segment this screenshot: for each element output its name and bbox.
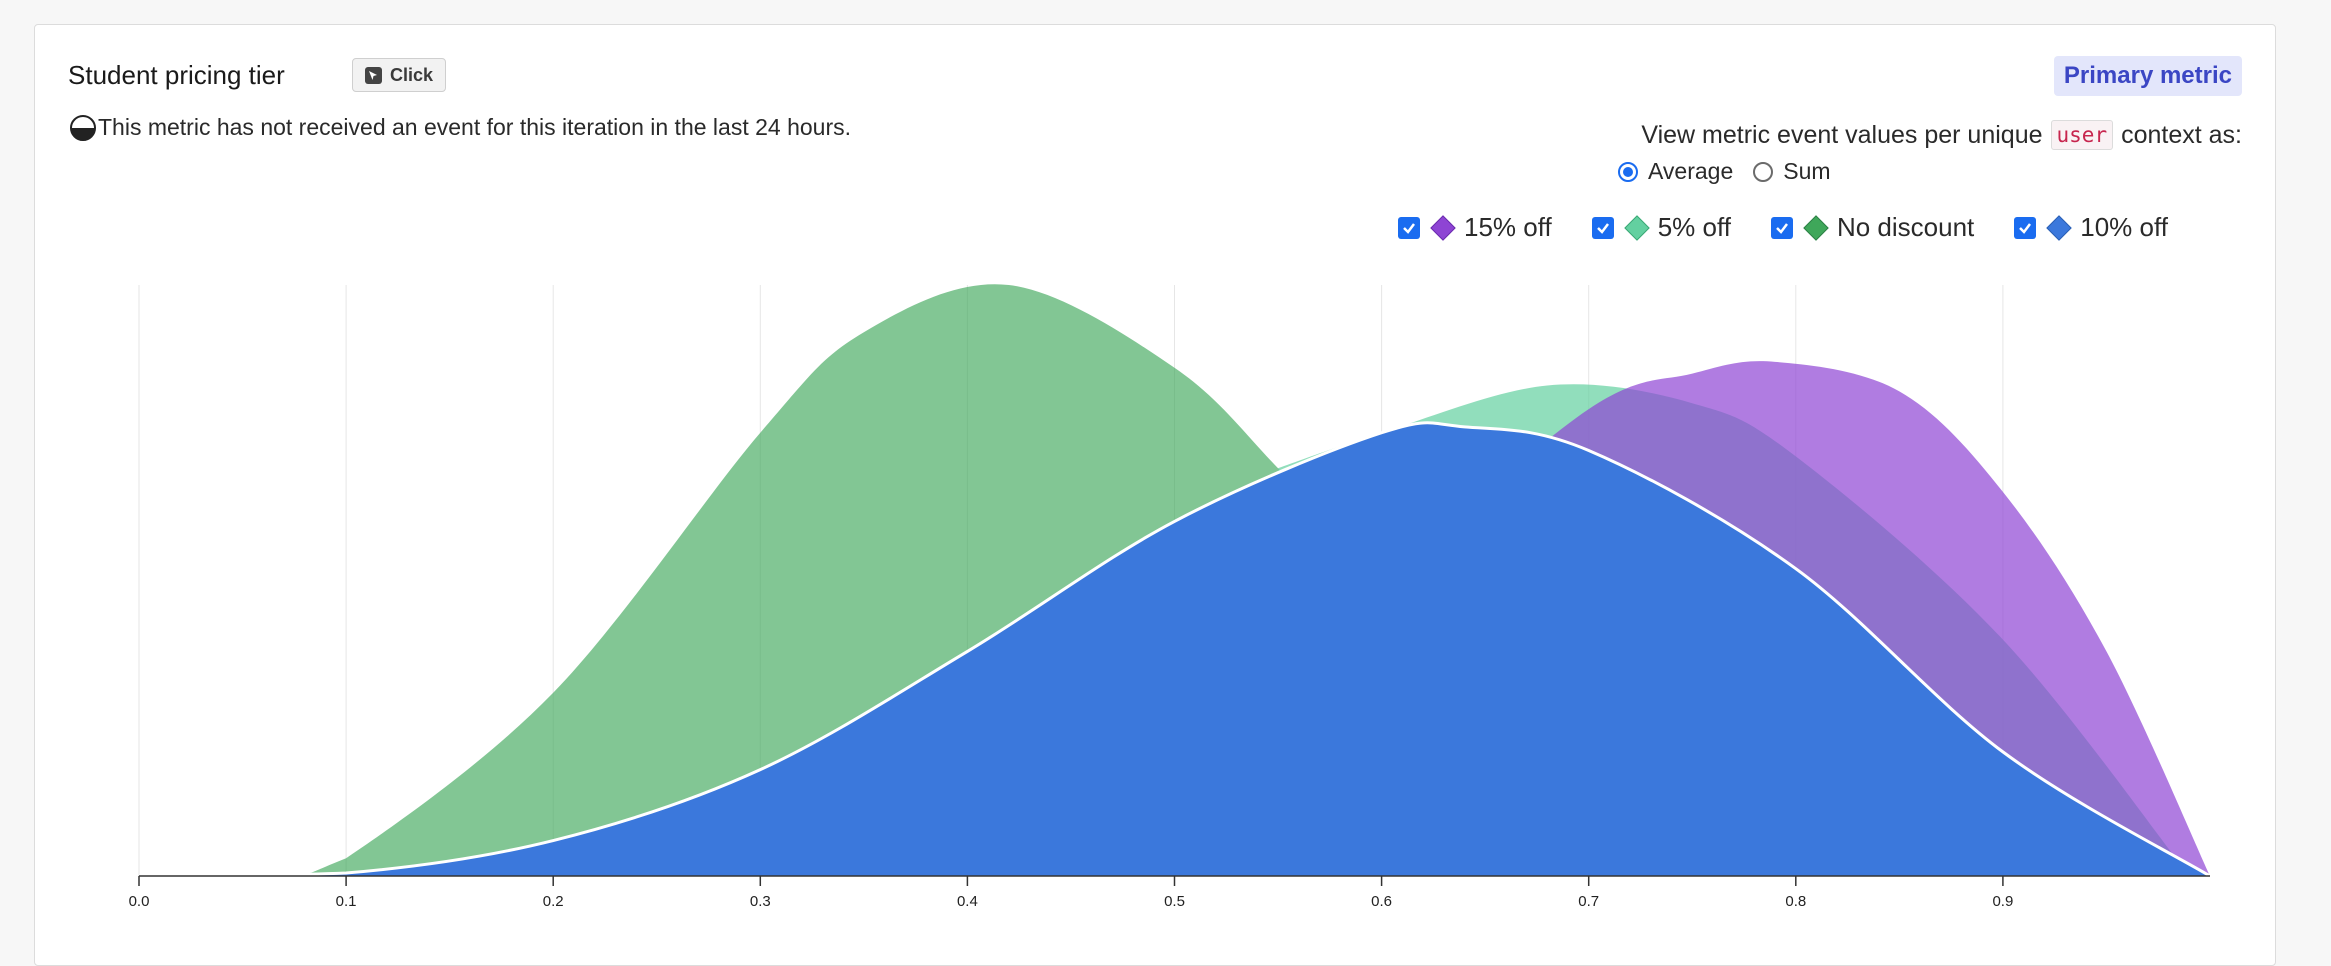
x-tick-label: 0.4 — [957, 893, 978, 910]
x-tick-label: 0.1 — [336, 893, 357, 910]
x-tick-label: 0.2 — [543, 893, 564, 910]
x-tick-label: 0.0 — [129, 893, 150, 910]
x-tick-label: 0.7 — [1578, 893, 1599, 910]
distribution-chart: 0.0 0.1 0.2 0.3 0.4 0.5 0.6 0.7 0.8 0.9 — [129, 284, 2211, 910]
x-tick-label: 0.6 — [1371, 893, 1392, 910]
x-tick-label: 0.8 — [1785, 893, 1806, 910]
x-tick-label: 0.3 — [750, 893, 771, 910]
x-tick-label: 0.5 — [1164, 893, 1185, 910]
x-tick-label: 0.9 — [1992, 893, 2013, 910]
